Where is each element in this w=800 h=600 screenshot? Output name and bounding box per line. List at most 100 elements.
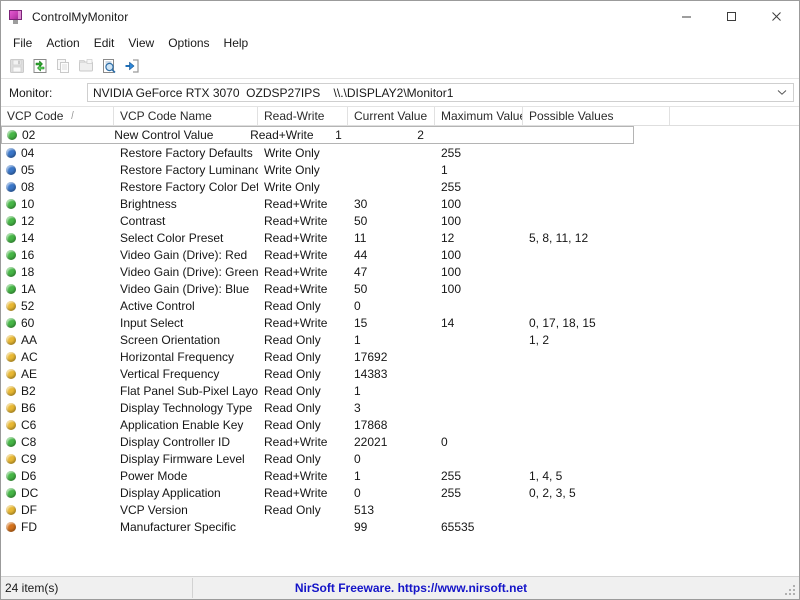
table-row[interactable]: AC Horizontal Frequency Read Only 17692: [1, 348, 799, 365]
cell-current-value: 0: [354, 298, 361, 313]
monitor-select-value: NVIDIA GeForce RTX 3070 OZDSP27IPS \\.\D…: [93, 85, 454, 100]
cell-possible-values: [523, 450, 670, 467]
maximize-button[interactable]: [709, 1, 754, 32]
cell-vcp-code: AA: [1, 331, 114, 348]
menu-file[interactable]: File: [6, 34, 39, 52]
cell-vcp-code: DC: [1, 484, 114, 501]
cell-current-value: 44: [354, 247, 368, 262]
monitor-label: Monitor:: [9, 85, 53, 100]
vcp-code-label: C8: [21, 434, 37, 449]
column-header-vcp-code[interactable]: VCP Code /: [1, 107, 114, 125]
cell-maximum-value: [435, 399, 523, 416]
cell-vcp-code: C6: [1, 416, 114, 433]
copy-icon[interactable]: [52, 55, 74, 77]
find-icon[interactable]: [98, 55, 120, 77]
menu-options[interactable]: Options: [161, 34, 216, 52]
monitor-select[interactable]: NVIDIA GeForce RTX 3070 OZDSP27IPS \\.\D…: [87, 83, 794, 102]
refresh-icon[interactable]: [29, 55, 51, 77]
exit-icon[interactable]: [121, 55, 143, 77]
cell-possible-values: [523, 246, 670, 263]
cell-maximum-value: 255: [441, 179, 462, 194]
cell-read-write: Read Only: [264, 417, 321, 432]
vcp-code-table: VCP Code / VCP Code Name Read-Write Curr…: [1, 106, 799, 576]
table-row[interactable]: B6 Display Technology Type Read Only 3: [1, 399, 799, 416]
cell-vcp-code: 1A: [1, 280, 114, 297]
properties-icon[interactable]: [75, 55, 97, 77]
cell-possible-values: [523, 161, 670, 178]
table-row[interactable]: 05 Restore Factory Luminance/ ... Write On…: [1, 161, 799, 178]
table-row[interactable]: 18 Video Gain (Drive): Green Read+Write 47 1…: [1, 263, 799, 280]
cell-read-write: Read Only: [264, 451, 321, 466]
table-row[interactable]: D6 Power Mode Read+Write 1 255 1, 4, 5: [1, 467, 799, 484]
table-row[interactable]: 16 Video Gain (Drive): Red Read+Write 44 100: [1, 246, 799, 263]
cell-vcp-code-name: Video Gain (Drive): Green: [120, 264, 258, 279]
table-row[interactable]: 02 New Control Value Read+Write 1 2: [1, 126, 634, 144]
menu-view[interactable]: View: [121, 34, 161, 52]
application-window: ControlMyMonitor File Action Edit View O…: [0, 0, 800, 600]
vcp-code-label: 12: [21, 213, 35, 228]
cell-current-value: 30: [354, 196, 368, 211]
column-header-current-value[interactable]: Current Value: [348, 107, 435, 125]
menu-help[interactable]: Help: [217, 34, 256, 52]
table-row[interactable]: 60 Input Select Read+Write 15 14 0, 17, 18, 1…: [1, 314, 799, 331]
cell-maximum-value: [435, 297, 523, 314]
cell-vcp-code: 18: [1, 263, 114, 280]
cell-possible-values: [523, 501, 670, 518]
table-row[interactable]: C6 Application Enable Key Read Only 17868: [1, 416, 799, 433]
cell-vcp-code-name: Screen Orientation: [120, 332, 221, 347]
cell-read-write: Read+Write: [264, 281, 328, 296]
nirsoft-link[interactable]: NirSoft Freeware. https://www.nirsoft.ne…: [295, 581, 527, 595]
cell-possible-values: [523, 518, 670, 535]
menu-action[interactable]: Action: [39, 34, 86, 52]
cell-vcp-code: 14: [1, 229, 114, 246]
cell-vcp-code-name: Application Enable Key: [120, 417, 244, 432]
window-title: ControlMyMonitor: [32, 9, 129, 24]
table-row[interactable]: 52 Active Control Read Only 0: [1, 297, 799, 314]
cell-maximum-value: 2: [417, 128, 424, 142]
cell-possible-values: [523, 280, 670, 297]
cell-read-write: Read+Write: [264, 468, 328, 483]
status-dot-icon: [6, 470, 16, 481]
table-row[interactable]: 1A Video Gain (Drive): Blue Read+Write 50 10…: [1, 280, 799, 297]
save-icon[interactable]: [6, 55, 28, 77]
minimize-button[interactable]: [664, 1, 709, 32]
chevron-down-icon[interactable]: [777, 84, 787, 101]
resize-grip[interactable]: [785, 585, 797, 597]
cell-maximum-value: 100: [441, 264, 462, 279]
status-dot-icon: [6, 436, 16, 447]
cell-read-write: Read+Write: [264, 247, 328, 262]
table-row[interactable]: FD Manufacturer Specific 99 65535: [1, 518, 799, 535]
table-row[interactable]: AA Screen Orientation Read Only 1 1, 2: [1, 331, 799, 348]
table-row[interactable]: 08 Restore Factory Color Defaul... Write O…: [1, 178, 799, 195]
column-header-possible-values[interactable]: Possible Values: [523, 107, 670, 125]
item-count-label: 24 item(s): [5, 581, 59, 595]
table-row[interactable]: B2 Flat Panel Sub-Pixel Layout Read Only 1: [1, 382, 799, 399]
cell-maximum-value: 0: [441, 434, 448, 449]
menu-edit[interactable]: Edit: [87, 34, 122, 52]
column-header-read-write[interactable]: Read-Write: [258, 107, 348, 125]
cell-read-write: Read+Write: [250, 128, 314, 142]
table-row[interactable]: C9 Display Firmware Level Read Only 0: [1, 450, 799, 467]
table-row[interactable]: DF VCP Version Read Only 513: [1, 501, 799, 518]
table-row[interactable]: 10 Brightness Read+Write 30 100: [1, 195, 799, 212]
table-row[interactable]: DC Display Application Read+Write 0 255 0, 2,…: [1, 484, 799, 501]
vcp-code-label: D6: [21, 468, 37, 483]
cell-vcp-code: 02: [2, 127, 108, 143]
table-row[interactable]: 12 Contrast Read+Write 50 100: [1, 212, 799, 229]
cell-current-value: 50: [354, 281, 368, 296]
table-row[interactable]: AE Vertical Frequency Read Only 14383: [1, 365, 799, 382]
close-button[interactable]: [754, 1, 799, 32]
table-row[interactable]: 14 Select Color Preset Read+Write 11 12 5, 8,…: [1, 229, 799, 246]
status-dot-icon: [6, 402, 16, 413]
cell-vcp-code: B2: [1, 382, 114, 399]
cell-possible-values: [523, 433, 670, 450]
column-header-vcp-code-name[interactable]: VCP Code Name: [114, 107, 258, 125]
table-row[interactable]: C8 Display Controller ID Read+Write 22021 0: [1, 433, 799, 450]
vcp-code-label: AA: [21, 332, 38, 347]
vcp-code-label: 18: [21, 264, 35, 279]
cell-read-write: Write Only: [264, 162, 320, 177]
column-header-maximum-value[interactable]: Maximum Value: [435, 107, 523, 125]
cell-read-write: Read+Write: [264, 315, 328, 330]
table-row[interactable]: 04 Restore Factory Defaults Write Only 255: [1, 144, 799, 161]
cell-current-value: [348, 161, 435, 178]
